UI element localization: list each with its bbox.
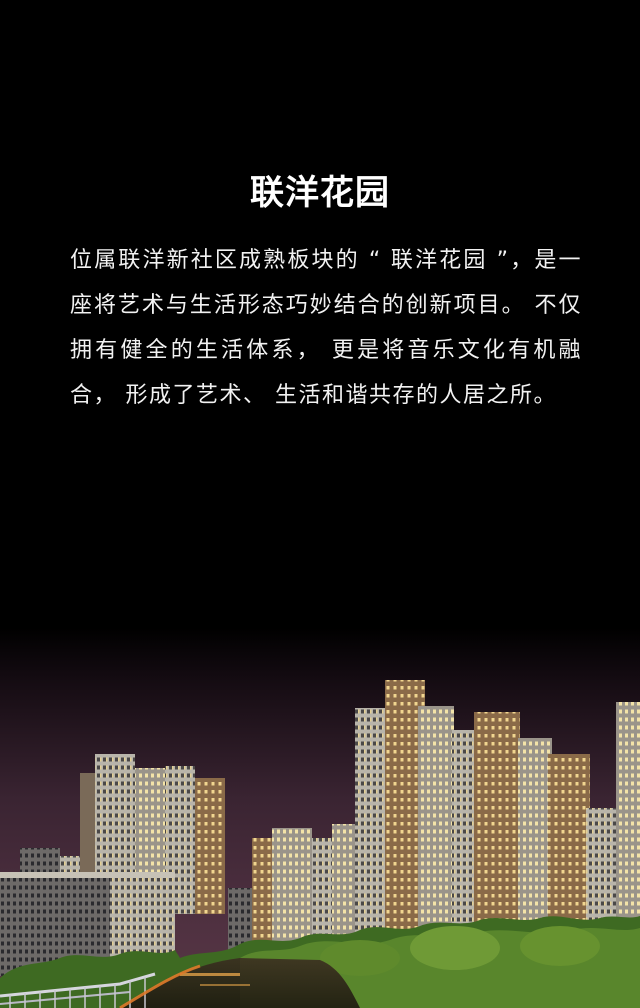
night-skyline-photo	[0, 628, 640, 1008]
page-title: 联洋花园	[250, 172, 390, 213]
intro-paragraph: 位属联洋新社区成熟板块的 “ 联洋花园 ”，是一座将艺术与生活形态巧妙结合的创新…	[70, 248, 582, 408]
page: 联洋花园 位属联洋新社区成熟板块的 “ 联洋花园 ”，是一座将艺术与生活形态巧妙…	[0, 0, 640, 1008]
